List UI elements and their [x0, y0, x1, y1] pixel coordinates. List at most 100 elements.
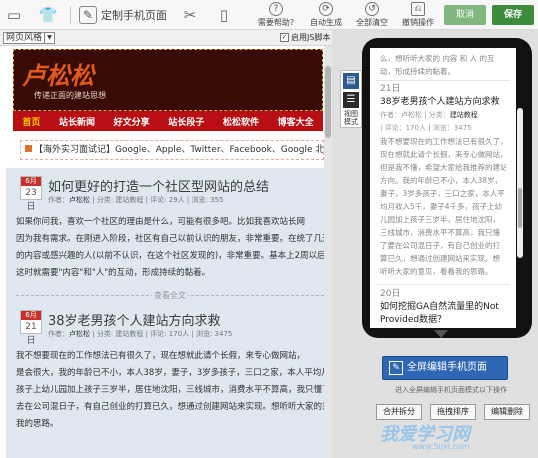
preview-scrollbar[interactable]: [324, 46, 332, 458]
nav-item-software[interactable]: 松松软件: [223, 115, 259, 128]
phone-article-title[interactable]: 38岁老男孩个人建站方向求救: [380, 96, 506, 109]
scrollbar-thumb[interactable]: [325, 66, 331, 138]
date-day: 23日: [25, 188, 37, 212]
excerpt-line: 这时就需要"内容"和"人"的互动，形成持续的黏着。: [16, 268, 211, 278]
phone-article-meta: 作者：卢松松 | 分类：建站教程: [380, 109, 506, 122]
bullet-icon: [25, 145, 32, 152]
page-style-select[interactable]: 网页风格 ▼: [3, 32, 55, 44]
save-button[interactable]: 保存: [492, 5, 534, 25]
article-meta: 作者：卢松松 | 分类: 建站教程 | 评论: 170人 | 浏览: 3475: [48, 329, 232, 339]
fullscreen-edit-label: 全屏编辑手机页面: [407, 362, 487, 373]
phone-body-line: 但是我不懂，希望大家给我推荐的建站: [380, 163, 506, 172]
phone-scrollbar-thumb[interactable]: [518, 188, 522, 228]
site-nav: 首页 站长新闻 好文分享 站长段子 松松软件 博客大全: [13, 111, 323, 131]
list-view-icon[interactable]: ▤: [343, 73, 359, 89]
edit-pen-icon: ✎: [79, 6, 97, 24]
phone-pointer-icon: [434, 330, 448, 338]
drag-sort-button[interactable]: 拖拽排序: [430, 404, 476, 420]
nav-item-jokes[interactable]: 站长段子: [168, 115, 204, 128]
phone-article-body: 我不想要现在的工作想法已有很久了， 现在想就此请个长假，来专心做网站， 但是我不…: [380, 135, 506, 278]
excerpt-line: 如果你问我，喜欢一个社区的理由是什么，可能有很多吧。比如我喜欢站长网: [16, 217, 306, 227]
phone-scrollbar[interactable]: [517, 108, 523, 258]
undo-label: 撤销操作: [402, 18, 434, 27]
custom-mobile-page-title[interactable]: ✎ 定制手机页面: [79, 4, 167, 26]
auto-generate-icon: ⟳: [319, 2, 333, 16]
phone-body-line: 方向。我的年龄已不小，本人38岁，: [380, 176, 503, 185]
excerpt-line: 去在公司混日子，有自己创业的打算已久，想通过创建网站来实现。想听听大家的意见: [16, 402, 324, 412]
phone-meta-suffix: | 评论：170人 | 浏览：3475: [380, 124, 472, 132]
help-label: 需要帮助?: [257, 18, 295, 27]
article-title[interactable]: 如何更好的打造一个社区型网站的总结: [48, 176, 269, 195]
clear-all-button[interactable]: ↺ 全部清空: [352, 2, 392, 28]
nav-item-blogs[interactable]: 博客大全: [278, 115, 314, 128]
phone-screen[interactable]: 么，想听听大家的 内容 和 人 的互 动，形成持续的黏着。 21日 38岁老男孩…: [370, 48, 516, 328]
author-name[interactable]: 卢松松: [69, 196, 90, 204]
phone-body-line: 均月收入5千，妻子4千多，孩子上幼: [380, 202, 503, 211]
read-more-label: 查看全文: [152, 291, 188, 300]
author-name[interactable]: 卢松松: [69, 330, 90, 338]
article-excerpt: 我不想要现在的工作想法已有很久了，现在想就此请个长假，来专心做网站， 是会很大，…: [16, 348, 324, 433]
read-more-divider[interactable]: 查看全文: [16, 290, 324, 300]
news-ticker[interactable]: 【海外实习面试记】Google、Apple、Twitter、Facebook、G…: [20, 140, 324, 160]
phone-meta-category[interactable]: 建站教程: [450, 111, 478, 119]
undo-icon: ⎌: [411, 2, 425, 16]
article-excerpt: 如果你问我，喜欢一个社区的理由是什么，可能有很多吧。比如我喜欢站长网 因为我有需…: [16, 214, 324, 282]
desktop-view-icon[interactable]: ▭: [4, 5, 24, 25]
clear-all-label: 全部清空: [356, 18, 388, 27]
meta-rest: | 分类: 建站教程 | 评论: 170人 | 浏览: 3475: [92, 330, 233, 338]
phone-body-line: 听听大家的意见，看看我的思路。: [380, 267, 493, 276]
help-icon: ?: [269, 2, 283, 16]
date-badge: 6月 23日: [20, 176, 42, 212]
site-logo: 卢松松: [22, 61, 94, 90]
nav-item-share[interactable]: 好文分享: [114, 115, 150, 128]
article-meta: 作者：卢松松 | 分类: 建站教程 | 评论: 29人 | 浏览: 355: [48, 195, 223, 205]
desktop-preview: 卢松松 传递正面的建站思想 首页 站长新闻 好文分享 站长段子 松松软件 博客大…: [0, 46, 332, 458]
excerpt-line: 是会很大，我的年龄已不小，本人38岁，妻子，3岁多孩子，三口之家，本人平均月收: [16, 368, 324, 378]
phone-body-line: 算已久，想通过创建网站来实现。想: [380, 254, 500, 263]
phone-article-item[interactable]: 20日 如何挖掘GA自然流量里的Not Provided数据？: [376, 284, 510, 328]
author-label: 作者：: [48, 196, 69, 204]
detail-view-icon[interactable]: ☰: [343, 92, 359, 108]
article-title[interactable]: 38岁老男孩个人建站方向求救: [48, 310, 221, 329]
phone-frame: 么，想听听大家的 内容 和 人 的互 动，形成持续的黏着。 21日 38岁老男孩…: [362, 38, 532, 338]
fullscreen-edit-button[interactable]: ✎ 全屏编辑手机页面: [382, 356, 508, 380]
view-mode-switch: ▤ ☰ 视图模式: [340, 70, 362, 128]
help-button[interactable]: ? 需要帮助?: [256, 2, 296, 28]
view-mode-label: 视图模式: [344, 110, 358, 126]
enable-js-toggle[interactable]: ✓ 启用JS脚本: [280, 32, 330, 43]
phone-body-line: 妻子，3岁多孩子，三口之家，本人平: [380, 189, 505, 198]
mobile-panel: ▤ ☰ 视图模式 么，想听听大家的 内容 和 人 的互 动，形成持续的黏着。 2…: [332, 30, 538, 458]
clear-icon: ↺: [365, 2, 379, 16]
phone-prev-text: 么，想听听大家的 内容 和 人 的互 动，形成持续的黏着。: [370, 48, 516, 78]
phone-text-line: 动，形成持续的黏着。: [380, 67, 455, 76]
article-list: 6月 23日 如何更好的打造一个社区型网站的总结 作者：卢松松 | 分类: 建站…: [6, 168, 324, 458]
tools-icon[interactable]: ✂: [180, 5, 200, 25]
js-checkbox[interactable]: ✓: [280, 33, 289, 42]
top-toolbar: ▭ 👕 ✎ 定制手机页面 ✂ ▯ ? 需要帮助? ⟳ 自动生成 ↺ 全部清空 ⎌…: [0, 0, 538, 30]
auto-generate-button[interactable]: ⟳ 自动生成: [306, 2, 346, 28]
phone-body-line: 现在想就此请个长假，来专心做网站，: [380, 150, 506, 159]
excerpt-line: 的内容或感兴趣的人(以前不认识，在这个社区发现的)，非常重要。基本上2周以后，: [16, 251, 324, 261]
fullscreen-hint: 进入全屏编辑手机页面模式以下操作: [395, 386, 507, 394]
author-label: 作者：: [48, 330, 69, 338]
cancel-button[interactable]: 取消: [444, 5, 486, 25]
site-banner[interactable]: 卢松松 传递正面的建站思想: [13, 49, 323, 111]
nav-item-news[interactable]: 站长新闻: [59, 115, 95, 128]
theme-shirt-icon[interactable]: 👕: [38, 5, 58, 25]
merge-split-button[interactable]: 合并拆分: [376, 404, 422, 420]
phone-meta-prefix: 作者：卢松松 | 分类：: [380, 111, 450, 119]
nav-item-home[interactable]: 首页: [22, 115, 40, 128]
phone-body-line: 三线城市，消费水平不算高，我只懂: [380, 228, 500, 237]
undo-button[interactable]: ⎌ 撤销操作: [398, 2, 438, 28]
page-style-select-value: 网页风格: [6, 33, 43, 43]
mobile-view-icon[interactable]: ▯: [214, 5, 234, 25]
phone-article-item[interactable]: 21日 38岁老男孩个人建站方向求救 作者：卢松松 | 分类：建站教程 | 评论…: [376, 80, 510, 280]
date-badge: 6月 21日: [20, 310, 42, 346]
edit-delete-button[interactable]: 编辑删除: [484, 404, 530, 420]
phone-text-line: 么，想听听大家的 内容 和 人 的互: [380, 54, 495, 63]
page-title: 定制手机页面: [101, 9, 167, 22]
excerpt-line: 我的思路。: [16, 419, 59, 429]
phone-article-title[interactable]: 如何挖掘GA自然流量里的Not Provided数据？: [380, 301, 506, 327]
meta-rest: | 分类: 建站教程 | 评论: 29人 | 浏览: 355: [92, 196, 224, 204]
excerpt-line: 我不想要现在的工作想法已有很久了，现在想就此请个长假，来专心做网站，: [16, 351, 306, 361]
